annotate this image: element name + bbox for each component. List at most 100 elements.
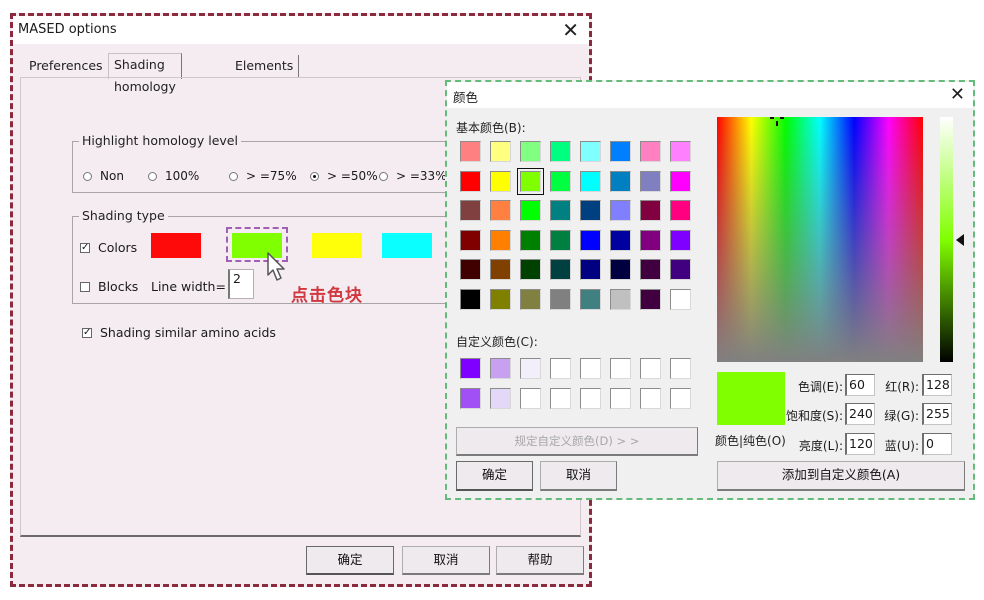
swatch-cyan[interactable] <box>382 233 432 258</box>
basic-color-cell[interactable] <box>490 259 511 280</box>
basic-color-cell[interactable] <box>490 141 511 162</box>
custom-color-cell[interactable] <box>610 387 631 409</box>
basic-color-cell[interactable] <box>670 259 691 280</box>
basic-color-cell[interactable] <box>520 229 541 251</box>
custom-color-cell[interactable] <box>640 387 661 409</box>
custom-color-cell[interactable] <box>520 358 541 379</box>
basic-color-cell[interactable] <box>520 259 541 280</box>
green-input[interactable]: 255 <box>922 403 952 425</box>
custom-color-cell[interactable] <box>670 387 691 409</box>
blue-input[interactable]: 0 <box>922 433 952 455</box>
close-icon[interactable]: ✕ <box>950 83 965 107</box>
custom-color-cell[interactable] <box>490 358 511 379</box>
shading-similar-checkbox[interactable]: ✓ Shading similar amino acids <box>82 325 276 340</box>
tab-elements[interactable]: Elements <box>230 55 300 77</box>
basic-color-cell[interactable] <box>520 288 541 310</box>
basic-color-cell[interactable] <box>460 170 481 192</box>
color-ok-button[interactable]: 确定 <box>456 461 533 491</box>
define-custom-colors-button[interactable]: 规定自定义颜色(D) > > <box>456 427 698 456</box>
basic-color-cell[interactable] <box>640 141 661 162</box>
basic-color-cell[interactable] <box>550 288 571 310</box>
custom-color-cell[interactable] <box>580 387 601 409</box>
custom-color-cell[interactable] <box>490 387 511 409</box>
basic-color-cell[interactable] <box>610 259 631 280</box>
radio-33[interactable]: > =33% <box>379 169 447 183</box>
basic-color-cell[interactable] <box>517 167 544 195</box>
basic-color-cell[interactable] <box>460 229 481 251</box>
swatch-red[interactable] <box>151 233 201 258</box>
line-width-input[interactable]: 2 <box>228 269 254 299</box>
basic-color-cell[interactable] <box>640 259 661 280</box>
radio-75[interactable]: > =75% <box>229 169 297 183</box>
custom-color-cell[interactable] <box>640 358 661 379</box>
swatch-yellow[interactable] <box>312 233 362 258</box>
custom-color-cell[interactable] <box>550 387 571 409</box>
hue-input[interactable]: 60 <box>845 374 875 396</box>
radio-100[interactable]: 100% <box>148 169 199 183</box>
basic-color-cell[interactable] <box>640 200 661 221</box>
basic-color-cell[interactable] <box>520 200 541 221</box>
basic-color-cell[interactable] <box>640 229 661 251</box>
custom-color-cell[interactable] <box>550 358 571 379</box>
basic-color-cell[interactable] <box>580 288 601 310</box>
basic-color-cell[interactable] <box>640 288 661 310</box>
basic-color-cell[interactable] <box>460 259 481 280</box>
basic-color-cell[interactable] <box>610 141 631 162</box>
basic-color-cell[interactable] <box>610 200 631 221</box>
custom-color-cell[interactable] <box>460 358 481 379</box>
basic-color-cell[interactable] <box>490 288 511 310</box>
basic-color-cell[interactable] <box>490 200 511 221</box>
basic-color-cell[interactable] <box>460 288 481 310</box>
basic-color-cell[interactable] <box>670 229 691 251</box>
cancel-button[interactable]: 取消 <box>402 546 490 575</box>
basic-color-cell[interactable] <box>490 229 511 251</box>
radio-non[interactable]: Non <box>83 169 124 183</box>
luminance-input[interactable]: 120 <box>845 433 875 455</box>
close-icon[interactable]: ✕ <box>562 18 579 42</box>
basic-color-cell[interactable] <box>580 229 601 251</box>
basic-color-cell[interactable] <box>640 170 661 192</box>
basic-color-cell[interactable] <box>550 141 571 162</box>
red-input[interactable]: 128 <box>922 374 952 396</box>
basic-color-cell[interactable] <box>550 259 571 280</box>
ok-button[interactable]: 确定 <box>306 546 394 575</box>
luminance-arrow-icon[interactable] <box>956 234 964 246</box>
add-to-custom-colors-button[interactable]: 添加到自定义颜色(A) <box>717 461 965 491</box>
blocks-checkbox[interactable]: Blocks <box>80 279 138 294</box>
basic-color-cell[interactable] <box>460 141 481 162</box>
colors-checkbox[interactable]: ✓ Colors <box>80 240 137 255</box>
custom-color-cell[interactable] <box>670 358 691 379</box>
tab-shading-homology[interactable]: Shading homology <box>108 53 182 94</box>
luminance-slider[interactable] <box>940 117 953 362</box>
radio-50[interactable]: > =50% <box>310 169 378 183</box>
help-button[interactable]: 帮助 <box>496 546 584 575</box>
saturation-input[interactable]: 240 <box>845 403 875 425</box>
basic-color-cell[interactable] <box>520 141 541 162</box>
custom-color-cell[interactable] <box>580 358 601 379</box>
tab-preferences[interactable]: Preferences <box>24 55 108 77</box>
basic-color-cell[interactable] <box>670 288 691 310</box>
basic-color-cell[interactable] <box>550 170 571 192</box>
basic-color-cell[interactable] <box>610 288 631 310</box>
custom-color-cell[interactable] <box>520 387 541 409</box>
custom-color-cell[interactable] <box>460 387 481 409</box>
basic-color-cell[interactable] <box>460 200 481 221</box>
title-bar: 颜色 ✕ <box>447 82 973 108</box>
hue-saturation-spectrum[interactable] <box>717 117 923 362</box>
basic-color-cell[interactable] <box>580 170 601 192</box>
custom-color-cell[interactable] <box>610 358 631 379</box>
basic-color-cell[interactable] <box>580 141 601 162</box>
mouse-cursor-icon <box>267 252 285 281</box>
basic-color-cell[interactable] <box>670 141 691 162</box>
basic-color-cell[interactable] <box>490 170 511 192</box>
basic-color-cell[interactable] <box>670 170 691 192</box>
basic-color-cell[interactable] <box>580 200 601 221</box>
color-cancel-button[interactable]: 取消 <box>540 461 617 491</box>
basic-color-cell[interactable] <box>610 170 631 192</box>
basic-color-cell[interactable] <box>610 229 631 251</box>
shading-type-group: Shading type ✓ Colors Blocks Line width=… <box>72 208 452 306</box>
basic-color-cell[interactable] <box>550 229 571 251</box>
basic-color-cell[interactable] <box>580 259 601 280</box>
basic-color-cell[interactable] <box>670 200 691 221</box>
basic-color-cell[interactable] <box>550 200 571 221</box>
